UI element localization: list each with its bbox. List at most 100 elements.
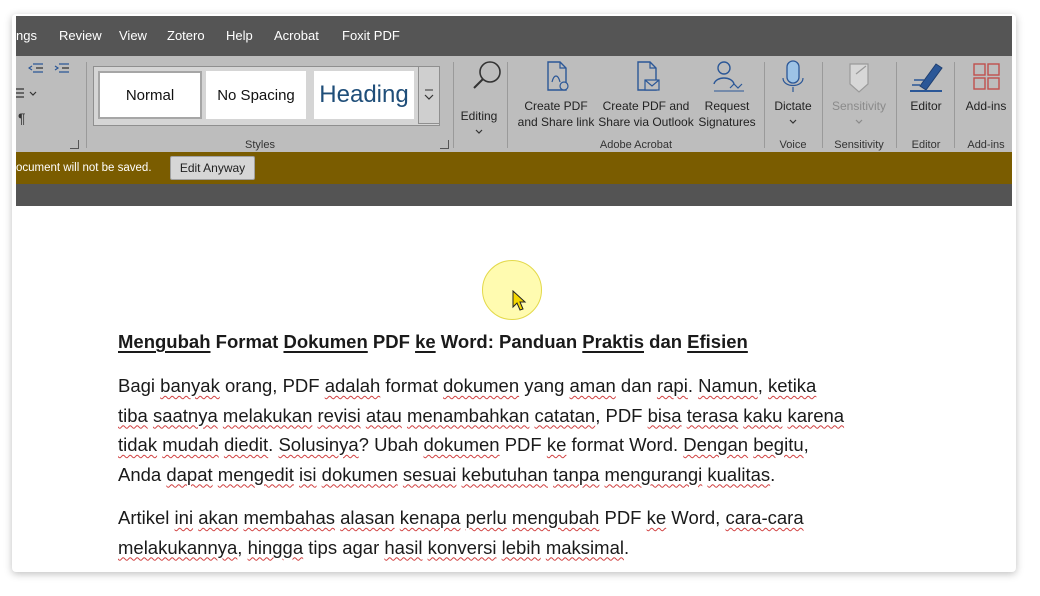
- tab-acrobat[interactable]: Acrobat: [274, 28, 319, 43]
- add-ins-button[interactable]: Add-ins: [958, 60, 1012, 132]
- document-page[interactable]: Mengubah Format Dokumen PDF ke Word: Pan…: [16, 206, 1012, 572]
- flagged-word: konversi: [427, 536, 497, 558]
- flagged-word: Solusinya: [278, 434, 359, 455]
- flagged-word: atau: [365, 404, 402, 426]
- mouse-cursor-icon: [512, 290, 527, 311]
- separator: [822, 62, 823, 148]
- chevron-down-icon: [424, 89, 434, 100]
- text-run: Word: Panduan: [435, 331, 583, 352]
- text-run: dan: [615, 375, 657, 396]
- editor-label: Editor: [910, 99, 942, 113]
- text-run: ,: [237, 536, 248, 558]
- tab-settings[interactable]: ngs: [16, 28, 37, 43]
- text-line: Anda dapat mengedit isi dokumen sesuai k…: [118, 460, 918, 490]
- styles-gallery: Normal No Spacing Heading: [93, 66, 440, 126]
- flagged-word: kenapa: [399, 507, 461, 528]
- text-run: Bagi: [118, 375, 161, 396]
- chevron-down-icon: [475, 129, 483, 134]
- flagged-word: tanpa: [553, 463, 600, 485]
- create-pdf-outlook-button[interactable]: Create PDF and Share via Outlook: [598, 60, 694, 132]
- text-line: tidak mudah diedit. Solusinya? Ubah doku…: [118, 430, 918, 460]
- create-pdf-line2: and Share link: [517, 115, 595, 129]
- microphone-icon: [782, 60, 804, 92]
- editing-button[interactable]: Editing: [456, 58, 514, 134]
- request-signatures-button[interactable]: Request Signatures: [694, 60, 760, 132]
- style-no-spacing-label: No Spacing: [217, 86, 295, 104]
- flagged-word: cara-cara: [725, 507, 804, 528]
- add-ins-grid-icon: [973, 63, 1000, 90]
- separator: [453, 62, 454, 148]
- style-no-spacing[interactable]: No Spacing: [206, 71, 306, 119]
- window-content: ngs Review View Zotero Help Acrobat Foxi…: [16, 16, 1012, 572]
- flagged-word: hingga: [247, 536, 304, 558]
- flagged-word: catatan: [534, 404, 596, 426]
- flagged-word: alasan: [340, 507, 395, 528]
- protected-view-message: ocument will not be saved.: [16, 162, 152, 174]
- style-normal-label: Normal: [125, 86, 175, 104]
- flagged-word: menambahkan: [406, 404, 530, 426]
- flagged-word: Mengubah: [118, 331, 211, 352]
- flagged-word: saatnya: [152, 404, 218, 426]
- styles-dialog-launcher-icon[interactable]: [440, 140, 449, 149]
- separator: [896, 62, 897, 148]
- text-run: .: [687, 375, 699, 396]
- word-window: ngs Review View Zotero Help Acrobat Foxi…: [12, 14, 1016, 572]
- add-ins-label: Add-ins: [965, 99, 1007, 113]
- text-run: Anda: [118, 463, 167, 485]
- tab-foxit-pdf[interactable]: Foxit PDF: [342, 28, 400, 43]
- styles-more-button[interactable]: [418, 66, 440, 124]
- paragraph-2: Artikel ini akan membahas alasan kenapa …: [118, 503, 918, 562]
- tab-zotero[interactable]: Zotero: [167, 28, 205, 43]
- flagged-word: mengurangi: [604, 463, 703, 485]
- editing-label: Editing: [460, 109, 498, 123]
- flagged-word: ini: [174, 507, 194, 528]
- ruler-area: [16, 184, 1012, 206]
- text-run: Artikel: [118, 507, 175, 528]
- text-run: format: [380, 375, 443, 396]
- protected-view-bar: ocument will not be saved. Edit Anyway: [16, 152, 1012, 184]
- flagged-word: Dokumen: [283, 331, 368, 352]
- paragraph-1: Bagi banyak orang, PDF adalah format dok…: [118, 371, 918, 489]
- text-run: PDF: [499, 434, 547, 455]
- tab-view[interactable]: View: [119, 28, 147, 43]
- text-run: PDF: [599, 507, 647, 528]
- editor-pen-icon: [910, 63, 943, 92]
- text-run: Format: [210, 331, 284, 352]
- flagged-word: diedit: [223, 434, 269, 455]
- text-line: Bagi banyak orang, PDF adalah format dok…: [118, 371, 918, 401]
- tab-help[interactable]: Help: [226, 28, 253, 43]
- text-run: dan: [644, 331, 688, 352]
- text-run: ,: [757, 375, 769, 396]
- flagged-word: hasil: [384, 536, 423, 558]
- text-run: .: [623, 536, 630, 558]
- style-normal[interactable]: Normal: [98, 71, 202, 119]
- flagged-word: terasa: [686, 404, 739, 426]
- flagged-word: perlu: [465, 507, 507, 528]
- pilcrow-icon[interactable]: ¶: [18, 110, 26, 126]
- flagged-word: ketika: [768, 375, 817, 396]
- line-spacing-icon[interactable]: [16, 86, 38, 103]
- tab-review[interactable]: Review: [59, 28, 102, 43]
- flagged-word: dokumen: [423, 434, 500, 455]
- dictate-button[interactable]: Dictate: [768, 60, 818, 136]
- document-heading: Mengubah Format Dokumen PDF ke Word: Pan…: [118, 331, 748, 353]
- flagged-word: banyak: [160, 375, 220, 396]
- flagged-word: aman: [569, 375, 616, 396]
- flagged-word: ke: [546, 434, 567, 455]
- sensitivity-button[interactable]: Sensitivity: [826, 60, 892, 136]
- text-run: , PDF: [595, 404, 648, 426]
- flagged-word: isi: [299, 463, 317, 485]
- flagged-word: membahas: [243, 507, 335, 528]
- flagged-word: melakukan: [222, 404, 313, 426]
- paragraph-dialog-launcher-icon[interactable]: [70, 140, 79, 149]
- style-heading[interactable]: Heading: [314, 71, 414, 119]
- decrease-indent-icon[interactable]: [27, 62, 44, 79]
- editor-button[interactable]: Editor: [900, 60, 952, 132]
- flagged-word: akan: [198, 507, 239, 528]
- separator: [86, 62, 87, 148]
- voice-group-label: Voice: [779, 139, 807, 151]
- edit-anyway-button[interactable]: Edit Anyway: [170, 156, 255, 180]
- create-pdf-share-link-button[interactable]: Create PDF and Share link: [516, 60, 596, 132]
- flagged-word: revisi: [317, 404, 361, 426]
- increase-indent-icon[interactable]: [54, 62, 70, 79]
